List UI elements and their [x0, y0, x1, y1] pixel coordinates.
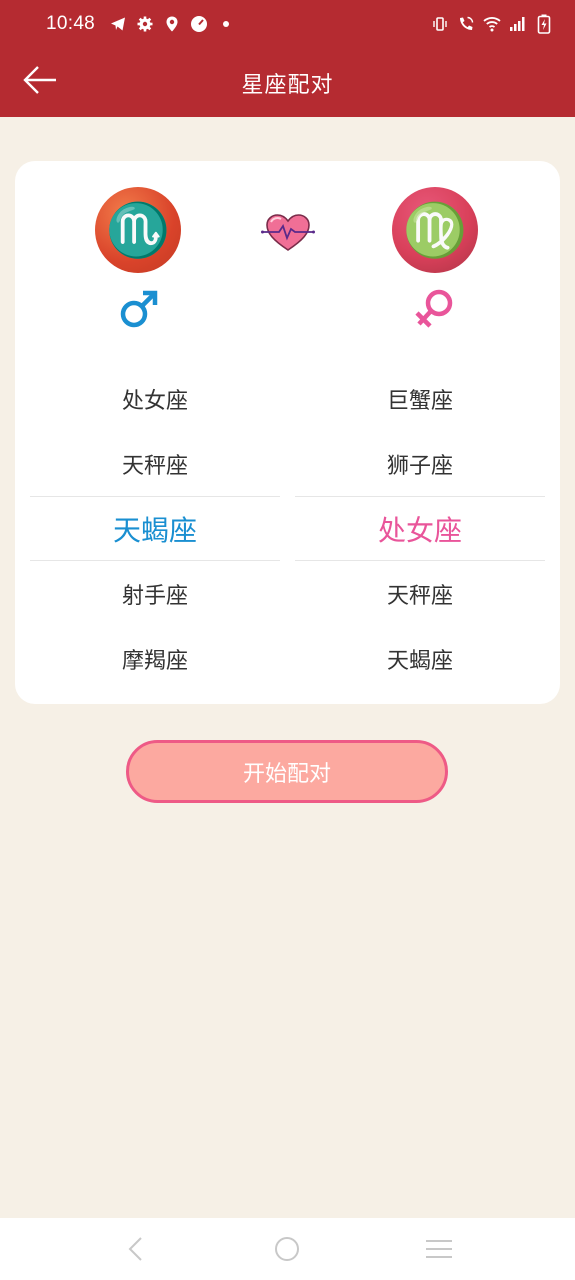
virgo-icon: ♍	[392, 187, 478, 273]
scorpio-icon: ♏	[95, 187, 181, 273]
heartbeat-icon	[261, 214, 315, 251]
right-badge-glyph: ♍	[402, 199, 468, 261]
page-title: 星座配对	[241, 72, 334, 98]
wifi-icon	[483, 15, 501, 33]
picker-item-selected[interactable]: 处女座	[295, 496, 545, 561]
picker-item[interactable]: 天秤座	[30, 431, 280, 496]
status-bar: 10:48	[0, 0, 575, 48]
picker-item[interactable]: 射手座	[30, 561, 280, 626]
picker-item[interactable]: 狮子座	[295, 431, 545, 496]
system-nav-bar	[0, 1218, 575, 1280]
picker-item[interactable]: 巨蟹座	[295, 366, 545, 431]
picker-item[interactable]: 天蝎座	[295, 626, 545, 691]
gear-icon	[136, 15, 154, 33]
dot-icon	[217, 15, 235, 33]
picker-item[interactable]: 摩羯座	[30, 626, 280, 691]
location-icon	[163, 15, 181, 33]
picker-item-selected[interactable]: 天蝎座	[30, 496, 280, 561]
screen: 10:48 星座配对 ♏ ♍ 处女座 天秤座 天蝎座 射手座 摩羯座 巨蟹座 狮…	[0, 0, 575, 1280]
left-badge-glyph: ♏	[105, 199, 171, 261]
app-bar: 星座配对	[0, 48, 575, 117]
home-nav-icon[interactable]	[267, 1229, 307, 1269]
male-zodiac-picker[interactable]: 处女座 天秤座 天蝎座 射手座 摩羯座	[30, 366, 280, 691]
status-time: 10:48	[46, 13, 96, 34]
signal-icon	[509, 15, 527, 33]
start-match-button[interactable]: 开始配对	[126, 740, 448, 803]
status-left-icons	[109, 15, 235, 33]
female-icon	[415, 289, 453, 328]
arrow-left-icon	[22, 65, 58, 99]
back-button[interactable]	[20, 64, 60, 100]
picker-item[interactable]: 天秤座	[295, 561, 545, 626]
picker-item[interactable]: 处女座	[30, 366, 280, 431]
speedometer-icon	[190, 15, 208, 33]
female-zodiac-picker[interactable]: 巨蟹座 狮子座 处女座 天秤座 天蝎座	[295, 366, 545, 691]
wifi-call-icon	[457, 15, 475, 33]
battery-charging-icon	[535, 14, 553, 34]
recents-nav-icon[interactable]	[419, 1229, 459, 1269]
telegram-icon	[109, 15, 127, 33]
vibrate-icon	[431, 15, 449, 33]
male-icon	[120, 290, 158, 328]
status-right-icons	[431, 14, 553, 34]
back-nav-icon[interactable]	[116, 1229, 156, 1269]
match-card: ♏ ♍ 处女座 天秤座 天蝎座 射手座 摩羯座 巨蟹座 狮子座 处女座 天秤座 …	[15, 161, 560, 704]
